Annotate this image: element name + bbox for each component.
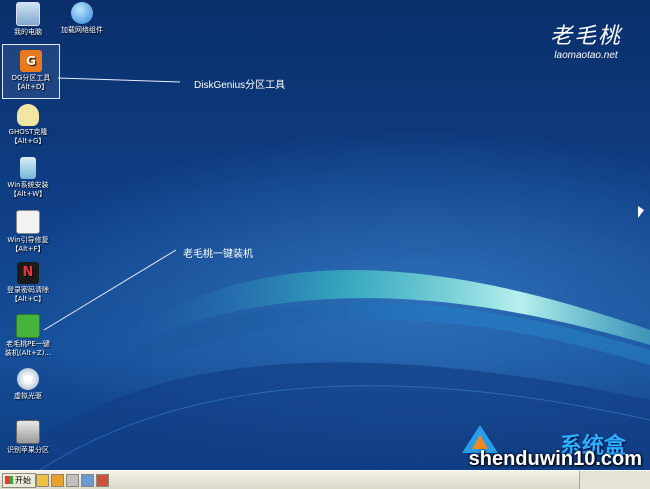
oneclick-callout: 老毛桃一键装机 — [183, 249, 253, 260]
desktop: 我的电脑 加载网络组件 G DG分区工具 【Alt+D】 GHOST克隆 【Al… — [0, 0, 650, 470]
brand-logo: 老毛桃 laomaotao.net — [550, 18, 622, 61]
system-tray — [579, 471, 650, 489]
diskgenius-callout: DiskGenius分区工具 — [194, 80, 286, 91]
quicklaunch-tool-icon[interactable] — [81, 474, 94, 487]
mouse-cursor-icon — [638, 206, 644, 218]
callout-lines — [43, 77, 181, 331]
start-flag-icon — [5, 476, 13, 484]
taskbar: 开始 — [0, 470, 650, 489]
quicklaunch-folder-icon[interactable] — [51, 474, 64, 487]
quicklaunch-media-icon[interactable] — [96, 474, 109, 487]
quicklaunch-disk-icon[interactable] — [66, 474, 79, 487]
quicklaunch-app-icon[interactable] — [36, 474, 49, 487]
brand-site: laomaotao.net — [554, 50, 618, 61]
brand-logo-text: 老毛桃 — [549, 24, 622, 49]
watermark-url: shenduwin10.com — [468, 448, 642, 470]
start-button[interactable]: 开始 — [2, 473, 36, 488]
